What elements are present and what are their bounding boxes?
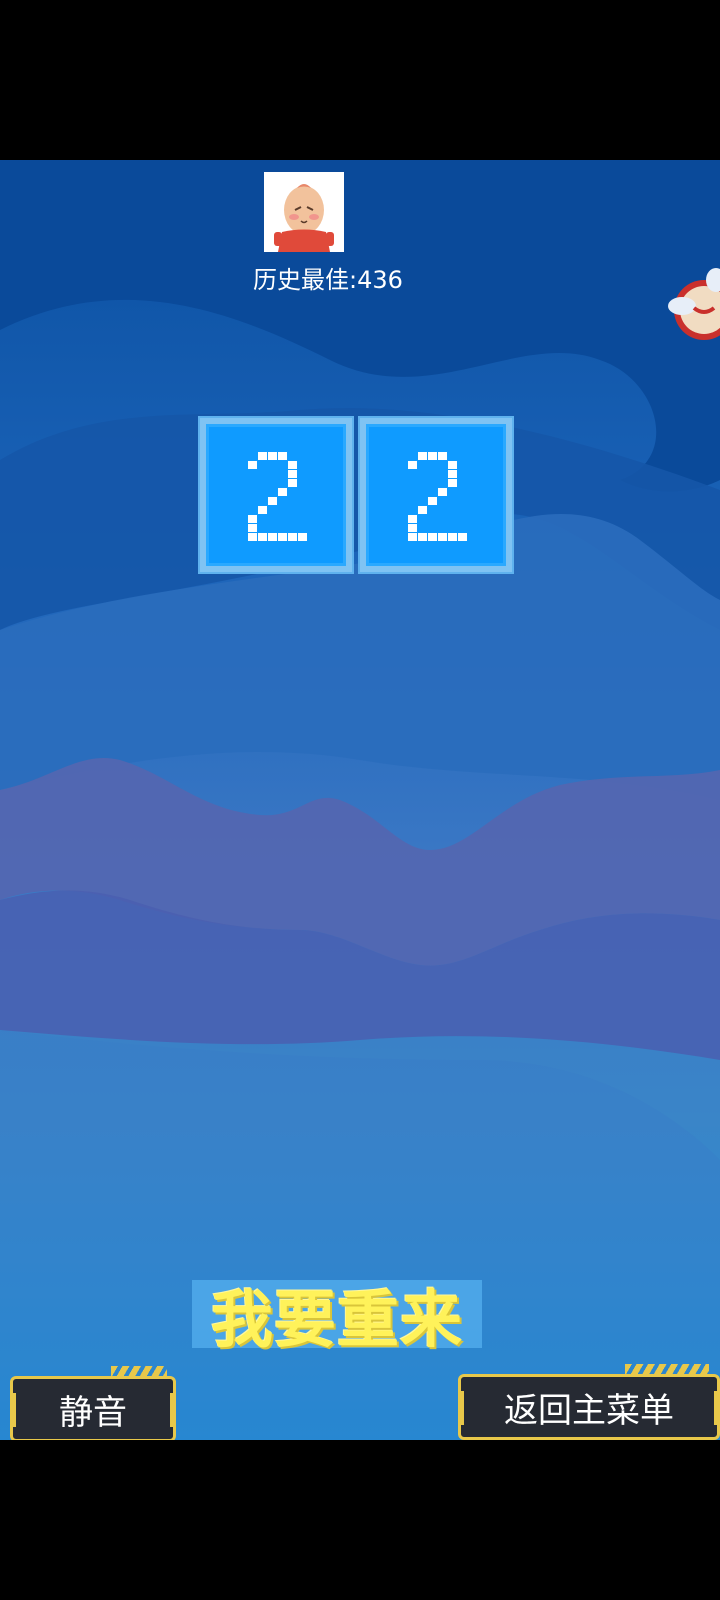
restart-button-label: 我要重来 — [210, 1283, 463, 1356]
restart-button[interactable]: 我要重来 — [192, 1280, 482, 1356]
game-screen: 历史最佳:436 2 — [0, 160, 720, 1440]
pixel-digit-2-icon — [248, 452, 307, 541]
main-menu-button[interactable]: 返回主菜单 — [458, 1364, 720, 1440]
score-digit-tile-1: 2 — [200, 418, 352, 572]
pixel-digit-2-icon — [408, 452, 467, 541]
player-avatar — [264, 172, 344, 252]
decorative-stripes — [111, 1366, 167, 1376]
score-digit-tile-2: 2 — [360, 418, 512, 572]
mute-button-label: 静音 — [59, 1392, 127, 1433]
floating-character-icon — [666, 260, 720, 360]
mute-button[interactable]: 静音 — [10, 1366, 176, 1440]
background-waves — [0, 160, 720, 1440]
best-score-label: 历史最佳:436 — [253, 266, 403, 294]
decorative-stripes — [625, 1364, 709, 1374]
navigation-bar-letterbox — [0, 1440, 720, 1600]
main-menu-button-label: 返回主菜单 — [504, 1390, 674, 1431]
sausage-character-icon — [264, 172, 344, 252]
status-bar-letterbox — [0, 0, 720, 160]
